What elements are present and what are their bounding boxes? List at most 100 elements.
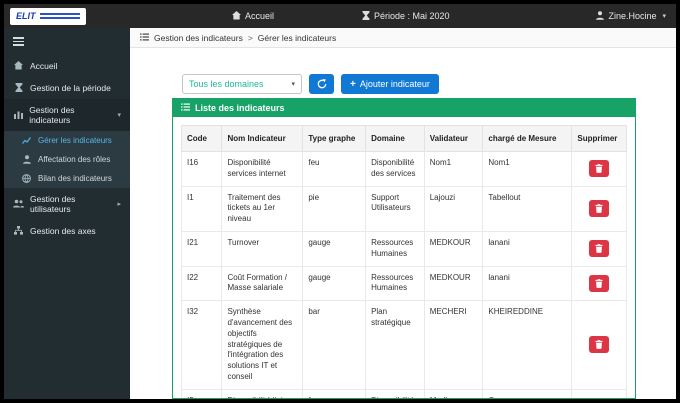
topbar-period[interactable]: Période : Mai 2020 (362, 4, 450, 28)
breadcrumb-separator: > (247, 32, 253, 43)
sidebar-item-affectation-roles[interactable]: Affectation des rôles (4, 150, 130, 169)
refresh-button[interactable] (309, 74, 334, 94)
user-icon (21, 154, 32, 164)
cell-code: I16 (180, 151, 223, 187)
cell-validateur: Medkour (423, 388, 484, 398)
menu-icon (13, 37, 121, 46)
table-header-row: Code Nom Indicateur Type graphe Domaine … (180, 125, 627, 152)
sidebar-item-accueil[interactable]: Accueil (4, 55, 130, 77)
add-indicator-button[interactable]: + Ajouter indicateur (341, 74, 439, 94)
cell-nom-indicateur: Turnover (221, 230, 304, 267)
domain-select-value: Tous les domaines (189, 79, 264, 89)
cell-charge-de-mesure: lanani (482, 265, 573, 302)
cell-supprimer (571, 388, 627, 398)
cell-domaine: Disponibilité des services (365, 151, 425, 187)
list-icon (181, 103, 190, 113)
cell-domaine: Plan stratégique (365, 300, 425, 390)
home-icon (13, 61, 24, 70)
cell-supprimer (571, 185, 627, 232)
cell-nom-indicateur: Disponibilité services internet (221, 151, 304, 187)
chevron-down-icon: ▾ (291, 81, 295, 88)
cell-domaine: Ressources Humaines (365, 265, 425, 302)
sidebar-item-gestion-periode[interactable]: Gestion de la période (4, 77, 130, 99)
trash-icon (595, 161, 603, 176)
col-header-validateur: Validateur (423, 125, 484, 152)
sidebar-item-bilan-indicateurs[interactable]: Bilan des indicateurs (4, 169, 130, 188)
cell-supprimer (571, 230, 627, 267)
hourglass-icon (362, 10, 370, 22)
hourglass-icon (13, 83, 24, 92)
indicator-table-body: I16 Disponibilité services internet feu … (180, 151, 627, 398)
cell-type-graphe: bar (302, 300, 367, 390)
breadcrumb-current: Gérer les indicateurs (257, 32, 337, 43)
logo-text: ELIT (16, 11, 36, 21)
delete-button[interactable] (589, 274, 610, 292)
topbar: ELIT Accueil Période : Mai 2020 Zine.Hoc… (4, 4, 676, 28)
trash-icon (595, 241, 603, 256)
list-icon (140, 33, 149, 43)
cell-charge-de-mesure: Gacem (482, 388, 573, 398)
col-header-code: Code (180, 125, 223, 152)
sidebar-submenu: Gérer les indicateurs Affectation des rô… (4, 130, 130, 188)
refresh-icon (317, 77, 327, 92)
table-row: I21 Turnover gauge Ressources Humaines M… (180, 230, 627, 267)
sidebar-item-label: Gestion de la période (30, 82, 111, 93)
sidebar-item-gestion-utilisateurs[interactable]: Gestion des utilisateurs ▸ (4, 188, 130, 220)
cell-type-graphe: pie (302, 185, 367, 232)
cell-type-graphe: gauge (302, 265, 367, 302)
delete-button[interactable] (589, 160, 610, 178)
table-row: I32 Synthèse d'avancement des objectifs … (180, 300, 627, 390)
trash-icon (595, 201, 603, 216)
sidebar-item-gestion-indicateurs[interactable]: Gestion des indicateurs ▾ (4, 98, 130, 131)
cell-supprimer (571, 151, 627, 187)
logo[interactable]: ELIT (10, 7, 86, 25)
cell-code: I32 (180, 300, 223, 390)
cell-validateur: MECHERI (423, 300, 484, 390)
cell-validateur: Nom1 (423, 151, 484, 187)
app-window: ELIT Accueil Période : Mai 2020 Zine.Hoc… (0, 0, 680, 403)
cell-nom-indicateur: Disponibilité liaison FO Datacenter (221, 388, 304, 398)
sidebar: Accueil Gestion de la période Gestion de… (4, 28, 130, 399)
cell-domaine: Disponibilité des infrastructures (365, 388, 425, 398)
cell-nom-indicateur: Synthèse d'avancement des objectifs stra… (221, 300, 304, 390)
cell-charge-de-mesure: Nom1 (482, 151, 573, 187)
panel-title: Liste des indicateurs (195, 103, 285, 113)
cell-type-graphe: feu (302, 151, 367, 187)
sidebar-item-label: Affectation des rôles (38, 154, 111, 164)
delete-button[interactable] (589, 240, 610, 258)
cell-charge-de-mesure: Tabellout (482, 185, 573, 232)
cell-domaine: Ressources Humaines (365, 230, 425, 267)
sidebar-toggle-button[interactable] (4, 28, 130, 55)
domain-select[interactable]: Tous les domaines ▾ (182, 74, 302, 94)
table-row: I5 Disponibilité liaison FO Datacenter f… (180, 388, 627, 398)
trash-icon (595, 276, 603, 291)
panel-body: Code Nom Indicateur Type graphe Domaine … (173, 117, 635, 398)
home-icon (232, 10, 241, 22)
cell-charge-de-mesure: lanani (482, 230, 573, 267)
indicators-table: Code Nom Indicateur Type graphe Domaine … (180, 125, 627, 398)
add-indicator-label: Ajouter indicateur (359, 79, 430, 89)
user-menu[interactable]: Zine.Hocine ▾ (596, 4, 666, 28)
cell-type-graphe: feu (302, 388, 367, 398)
sidebar-item-label: Gestion des utilisateurs (30, 193, 76, 214)
breadcrumb-parent[interactable]: Gestion des indicateurs (154, 33, 243, 43)
col-header-domaine: Domaine (365, 125, 425, 152)
delete-button[interactable] (589, 336, 610, 354)
delete-button[interactable] (589, 200, 610, 218)
col-header-supprimer: Supprimer (571, 125, 627, 152)
sitemap-icon (13, 226, 24, 235)
topbar-home-link[interactable]: Accueil (232, 4, 274, 28)
sidebar-item-label: Bilan des indicateurs (38, 173, 112, 183)
sidebar-item-gerer-indicateurs[interactable]: Gérer les indicateurs (4, 131, 130, 150)
indicators-panel: Liste des indicateurs Code Nom Indicateu… (172, 98, 636, 399)
chevron-right-icon: ▸ (117, 200, 121, 208)
line-chart-icon (21, 136, 32, 145)
cell-code: I22 (180, 265, 223, 302)
cell-domaine: Support Utilisateurs (365, 185, 425, 232)
table-row: I1 Traitement des tickets au 1er niveau … (180, 185, 627, 232)
users-icon (13, 199, 24, 208)
cell-nom-indicateur: Coût Formation / Masse salariale (221, 265, 304, 302)
sidebar-item-label: Accueil (30, 60, 58, 71)
sidebar-item-gestion-axes[interactable]: Gestion des axes (4, 220, 130, 242)
sidebar-item-label: Gestion des axes (30, 225, 96, 236)
